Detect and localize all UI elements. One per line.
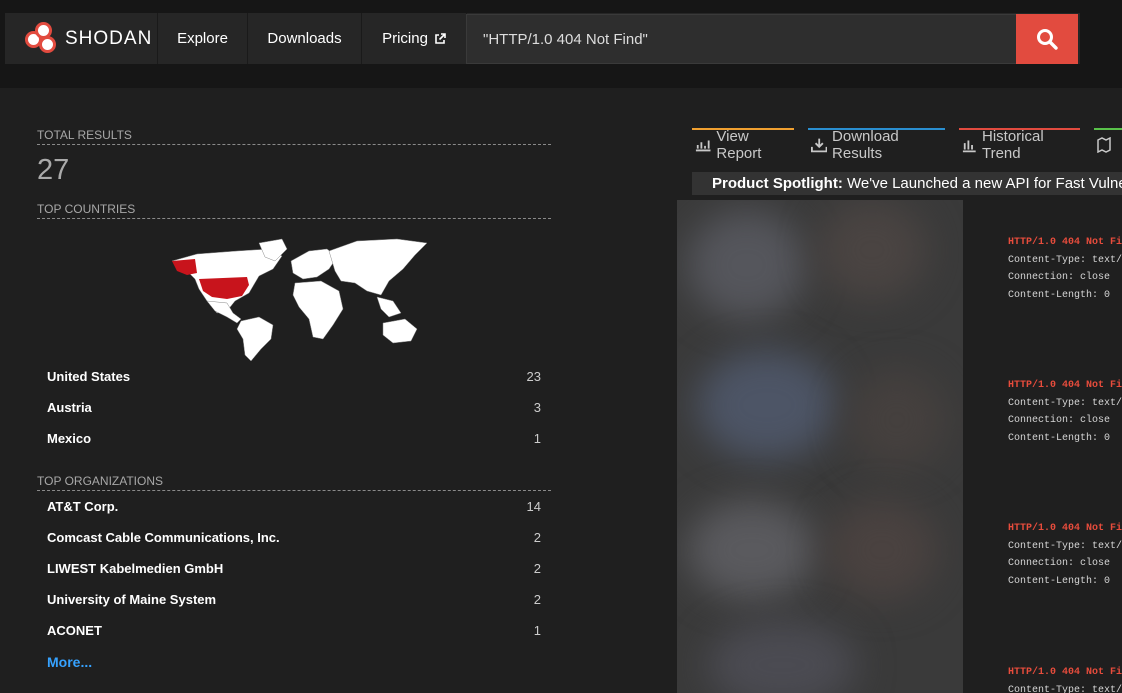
organization-facet-row-name: Comcast Cable Communications, Inc.: [47, 530, 280, 545]
organization-facet-row-name: AT&T Corp.: [47, 499, 119, 514]
shodan-logo-icon: [25, 21, 59, 56]
bar-chart-icon: [963, 140, 977, 153]
organization-facet-row[interactable]: LIWEST Kabelmedien GmbH 2: [37, 553, 551, 584]
total-results-title: TOTAL RESULTS: [37, 128, 551, 145]
top-organizations-title: TOP ORGANIZATIONS: [37, 474, 551, 491]
results-tabs: View Report Download Results Historical …: [692, 128, 1122, 162]
top-countries-title: TOP COUNTRIES: [37, 202, 551, 219]
map-icon: [1097, 137, 1111, 153]
brand-name: SHODAN: [65, 27, 153, 49]
map-land-central-america[interactable]: [206, 300, 242, 324]
country-facet-row[interactable]: Mexico 1: [37, 423, 551, 454]
result-header-line: Connection: close: [1008, 272, 1111, 284]
historical-trend-tab[interactable]: Historical Trend: [959, 128, 1081, 162]
result-header-line: Content-Type: text/: [1008, 397, 1122, 409]
download-results-tab[interactable]: Download Results: [807, 128, 946, 162]
screenshot-thumbnails[interactable]: [677, 200, 963, 693]
map-tab[interactable]: [1094, 128, 1122, 160]
spotlight-text: We've Launched a new API for Fast Vulner…: [842, 175, 1122, 192]
country-facet-row-name: Austria: [47, 400, 92, 415]
organization-facet-row-count: 14: [526, 499, 541, 514]
brand-logo-link[interactable]: SHODAN: [5, 13, 158, 64]
historical-trend-label: Historical Trend: [981, 128, 1044, 162]
nav-pricing[interactable]: Pricing: [362, 13, 467, 64]
download-results-label: Download Results: [832, 128, 899, 162]
result-banner-3[interactable]: HTTP/1.0 404 Not Fi Content-Type: text/ …: [1008, 520, 1122, 591]
organization-facet-row[interactable]: AT&T Corp. 14: [37, 491, 551, 522]
nav-downloads[interactable]: Downloads: [248, 13, 362, 64]
result-header-line: Content-Type: text/: [1008, 254, 1122, 266]
map-land-southeast-asia[interactable]: [376, 296, 402, 318]
product-spotlight-banner[interactable]: Product Spotlight: We've Launched a new …: [692, 172, 1122, 195]
search-icon: [1037, 29, 1058, 50]
nav-explore[interactable]: Explore: [158, 13, 248, 64]
search-button[interactable]: [1016, 14, 1078, 64]
organization-facet-row-name: ACONET: [47, 623, 102, 638]
more-organizations-link[interactable]: More...: [37, 654, 551, 670]
world-map[interactable]: [37, 221, 551, 362]
result-header-line: Content-Type: text/: [1008, 684, 1122, 693]
organization-facet-row[interactable]: ACONET 1: [37, 615, 551, 646]
map-land-africa[interactable]: [292, 280, 344, 340]
result-banner-1[interactable]: HTTP/1.0 404 Not Fi Content-Type: text/ …: [1008, 234, 1122, 305]
result-status-line: HTTP/1.0 404 Not Fi: [1008, 380, 1122, 391]
world-map-graphic: [171, 238, 428, 362]
result-status-line: HTTP/1.0 404 Not Fi: [1008, 237, 1122, 248]
external-link-icon: [435, 32, 446, 44]
top-bar: SHODAN Explore Downloads Pricing: [0, 0, 1122, 88]
map-land-australia[interactable]: [382, 318, 418, 344]
map-land-asia[interactable]: [328, 238, 428, 296]
view-report-tab[interactable]: View Report: [692, 128, 794, 162]
spotlight-label: Product Spotlight:: [712, 175, 843, 192]
result-header-line: Content-Type: text/: [1008, 540, 1122, 552]
organization-facet-row[interactable]: University of Maine System 2: [37, 584, 551, 615]
nav-pricing-label: Pricing: [382, 30, 428, 47]
map-country-alaska[interactable]: [172, 259, 197, 275]
result-banner-2[interactable]: HTTP/1.0 404 Not Fi Content-Type: text/ …: [1008, 377, 1122, 448]
countries-list: United States 23 Austria 3 Mexico 1: [37, 361, 551, 454]
organization-facet-row-count: 2: [533, 561, 541, 576]
total-results-count: 27: [37, 154, 70, 186]
result-banner-4[interactable]: HTTP/1.0 404 Not Fi Content-Type: text/: [1008, 664, 1122, 693]
organization-facet-row-count: 1: [533, 623, 541, 638]
country-facet-row-count: 1: [533, 431, 541, 446]
organization-facet-row-name: University of Maine System: [47, 592, 217, 607]
result-header-line: Content-Length: 0: [1008, 576, 1111, 588]
report-chart-icon: [695, 140, 711, 152]
map-land-south-america[interactable]: [236, 316, 274, 362]
result-header-line: Connection: close: [1008, 558, 1111, 570]
country-facet-row[interactable]: Austria 3: [37, 392, 551, 423]
result-header-line: Connection: close: [1008, 415, 1111, 427]
search-input[interactable]: [466, 14, 1017, 64]
view-report-label: View Report: [716, 128, 762, 162]
country-facet-row-name: United States: [47, 369, 131, 384]
result-status-line: HTTP/1.0 404 Not Fi: [1008, 523, 1122, 534]
country-facet-row-count: 3: [533, 400, 541, 415]
country-facet-row[interactable]: United States 23: [37, 361, 551, 392]
country-facet-row-name: Mexico: [47, 431, 92, 446]
facets-panel: TOTAL RESULTS 27 TOP COUNTRIES United St…: [37, 128, 551, 670]
organization-facet-row-name: LIWEST Kabelmedien GmbH: [47, 561, 224, 576]
organization-facet-row-count: 2: [533, 530, 541, 545]
country-facet-row-count: 23: [526, 369, 541, 384]
result-header-line: Content-Length: 0: [1008, 433, 1111, 445]
result-header-line: Content-Length: 0: [1008, 290, 1111, 302]
result-status-line: HTTP/1.0 404 Not Fi: [1008, 667, 1122, 678]
organization-facet-row-count: 2: [533, 592, 541, 607]
organization-facet-row[interactable]: Comcast Cable Communications, Inc. 2: [37, 522, 551, 553]
organizations-list: AT&T Corp. 14 Comcast Cable Communications…: [37, 491, 551, 646]
download-icon: [810, 138, 828, 153]
